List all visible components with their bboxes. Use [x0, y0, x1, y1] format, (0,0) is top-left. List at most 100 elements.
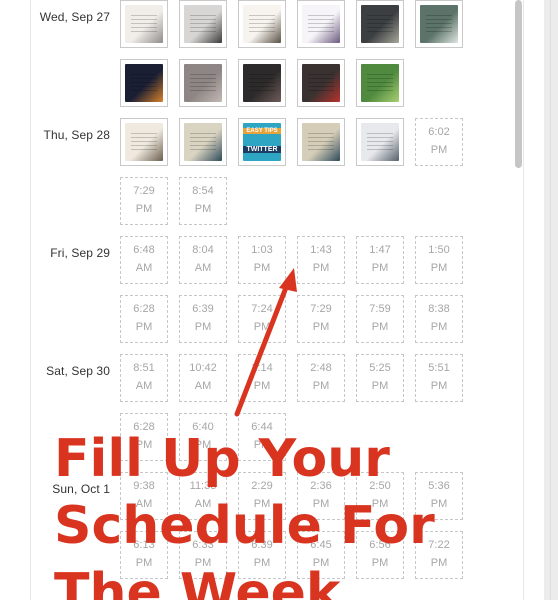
adjacent-panel-edge [544, 0, 558, 600]
post-thumb-wed-11[interactable] [356, 59, 404, 107]
time-slot[interactable]: 1:50 PM [415, 236, 463, 284]
time-slot[interactable]: 1:14 PM [238, 354, 286, 402]
time-slot-meridiem: PM [371, 380, 389, 392]
time-slot[interactable]: 6:33 PM [179, 531, 227, 579]
time-slot[interactable]: 8:51 AM [120, 354, 168, 402]
time-slot[interactable]: 7:22 PM [415, 531, 463, 579]
post-thumb-wed-5[interactable] [356, 0, 404, 48]
time-slot[interactable]: 6:45 PM [297, 531, 345, 579]
time-slot-time: 6:45 [310, 539, 332, 551]
time-slot-time: 5:36 [428, 480, 450, 492]
time-slot[interactable]: 8:54 PM [179, 177, 227, 225]
time-slot[interactable]: 2:36 PM [297, 472, 345, 520]
time-slot-time: 8:51 [133, 362, 155, 374]
time-slot-time: 2:50 [369, 480, 391, 492]
time-slot[interactable]: 6:40 PM [179, 413, 227, 461]
time-slot[interactable]: 7:29 PM [297, 295, 345, 343]
time-slot[interactable]: 6:39 PM [238, 531, 286, 579]
post-image-detail [367, 15, 393, 33]
post-thumb-thu-3[interactable]: EASY TIPS TWITTER [238, 118, 286, 166]
time-slot[interactable]: 6:48 AM [120, 236, 168, 284]
post-image-detail [190, 74, 216, 92]
time-slot-time: 9:38 [133, 480, 155, 492]
post-thumb-wed-7[interactable] [120, 59, 168, 107]
thumb-label-top: EASY TIPS [243, 128, 281, 134]
time-slot[interactable]: 11:33 AM [179, 472, 227, 520]
post-thumb-thu-4[interactable] [297, 118, 345, 166]
post-image-detail [131, 74, 157, 92]
time-slot[interactable]: 2:50 PM [356, 472, 404, 520]
time-slot[interactable]: 7:24 PM [238, 295, 286, 343]
time-slot-meridiem: PM [194, 557, 212, 569]
time-slot-time: 7:24 [251, 303, 273, 315]
time-slot[interactable]: 8:04 AM [179, 236, 227, 284]
time-slot-meridiem: PM [312, 321, 330, 333]
time-slot-meridiem: PM [371, 498, 389, 510]
time-slot[interactable]: 6:56 PM [356, 531, 404, 579]
time-slot-time: 2:29 [251, 480, 273, 492]
time-slot[interactable]: 5:36 PM [415, 472, 463, 520]
time-slot[interactable]: 5:51 PM [415, 354, 463, 402]
time-slot-meridiem: PM [430, 380, 448, 392]
time-slot[interactable]: 2:29 PM [238, 472, 286, 520]
time-slot-meridiem: PM [371, 557, 389, 569]
post-thumb-thu-1[interactable] [120, 118, 168, 166]
time-slot[interactable]: 8:38 PM [415, 295, 463, 343]
post-image [243, 5, 281, 43]
post-image-detail [190, 133, 216, 151]
time-slot[interactable]: 6:28 PM [120, 295, 168, 343]
time-slot[interactable]: 7:59 PM [356, 295, 404, 343]
post-image-detail [367, 133, 393, 151]
post-image-detail [367, 74, 393, 92]
time-slot[interactable]: 6:28 PM [120, 413, 168, 461]
time-slot[interactable]: 1:47 PM [356, 236, 404, 284]
post-thumb-wed-1[interactable] [120, 0, 168, 48]
time-slot-meridiem: PM [430, 557, 448, 569]
time-slot[interactable]: 2:48 PM [297, 354, 345, 402]
time-slot-meridiem: PM [135, 557, 153, 569]
time-slot-meridiem: PM [253, 380, 271, 392]
post-image [302, 64, 340, 102]
post-image-detail [131, 133, 157, 151]
post-thumb-wed-10[interactable] [297, 59, 345, 107]
post-image-detail [308, 74, 334, 92]
time-slot[interactable]: 9:38 AM [120, 472, 168, 520]
time-slot-meridiem: PM [253, 321, 271, 333]
time-slot-meridiem: PM [135, 321, 153, 333]
time-slot-meridiem: PM [194, 203, 212, 215]
time-slot[interactable]: 10:42 AM [179, 354, 227, 402]
day-label-sat-sep-30: Sat, Sep 30 [46, 364, 110, 378]
time-slot-time: 7:29 [310, 303, 332, 315]
time-slot-time: 1:03 [251, 244, 273, 256]
time-slot[interactable]: 1:43 PM [297, 236, 345, 284]
post-thumb-wed-2[interactable] [179, 0, 227, 48]
time-slot[interactable]: 6:13 PM [120, 531, 168, 579]
time-slot-time: 6:48 [133, 244, 155, 256]
post-thumb-wed-9[interactable] [238, 59, 286, 107]
time-slot[interactable]: 6:44 PM [238, 413, 286, 461]
post-image-detail [190, 15, 216, 33]
time-slot[interactable]: 5:25 PM [356, 354, 404, 402]
post-thumb-thu-5[interactable] [356, 118, 404, 166]
time-slot[interactable]: 1:03 PM [238, 236, 286, 284]
post-thumb-wed-3[interactable] [238, 0, 286, 48]
schedule-scrollbar-thumb[interactable] [515, 0, 522, 168]
time-slot[interactable]: 7:29 PM [120, 177, 168, 225]
time-slot[interactable]: 6:02 PM [415, 118, 463, 166]
time-slot-time: 5:51 [428, 362, 450, 374]
time-slot[interactable]: 6:39 PM [179, 295, 227, 343]
time-slot-meridiem: PM [430, 144, 448, 156]
post-thumb-wed-4[interactable] [297, 0, 345, 48]
thumb-label-bottom: TWITTER [243, 146, 281, 153]
adjacent-panel-divider [550, 0, 551, 600]
time-slot-time: 11:33 [189, 480, 217, 492]
time-slot-meridiem: AM [135, 498, 153, 510]
post-thumb-thu-2[interactable] [179, 118, 227, 166]
post-thumb-wed-6[interactable] [415, 0, 463, 48]
post-thumb-wed-8[interactable] [179, 59, 227, 107]
post-image [302, 123, 340, 161]
time-slot-time: 8:04 [192, 244, 214, 256]
post-image [125, 5, 163, 43]
time-slot-time: 7:22 [428, 539, 450, 551]
time-slot-meridiem: PM [371, 321, 389, 333]
